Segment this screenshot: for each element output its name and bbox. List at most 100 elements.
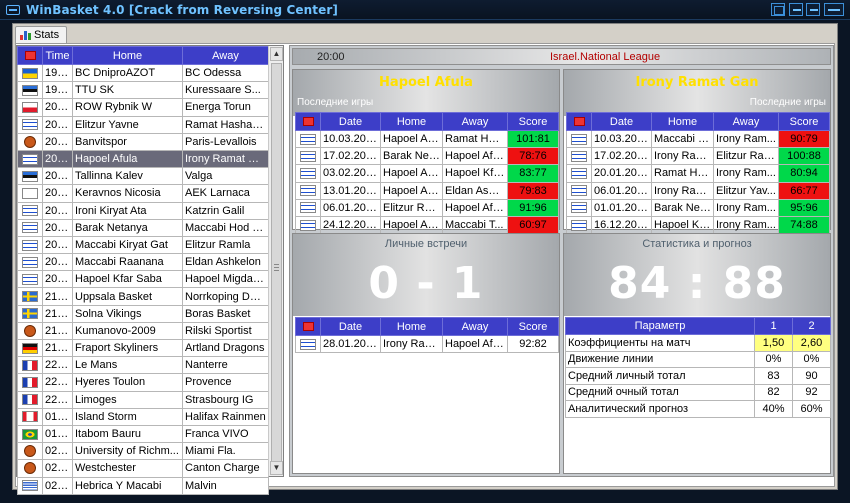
- column-header-home[interactable]: Home: [651, 112, 714, 131]
- recent-game-row[interactable]: 03.02.2015 Hapoel Afula Hapoel Kfa... 83:77: [295, 164, 559, 183]
- game-home-team: Keravnos Nicosia: [72, 184, 183, 203]
- game-row[interactable]: 20:00 ROW Rybnik W Energa Torun: [17, 98, 269, 117]
- column-header-away[interactable]: Away: [442, 317, 508, 336]
- game-away-team: Energa Torun: [182, 98, 269, 117]
- recent-game-row[interactable]: 17.02.2015 Irony Ram... Elitzur Ramla 100:8…: [566, 147, 830, 166]
- game-row[interactable]: 21:00 Kumanovo-2009 Rilski Sportist: [17, 321, 269, 341]
- game-row[interactable]: 21:00 Solna Vikings Boras Basket: [17, 304, 269, 323]
- column-header-home[interactable]: Home: [380, 317, 443, 336]
- game-score: 60:97: [507, 215, 559, 235]
- recent-game-row[interactable]: 06.01.2015 Irony Ram... Elitzur Yav... 66:7…: [566, 181, 830, 200]
- game-home-team: Maccabi Kiryat Gat: [72, 235, 183, 255]
- games-list-scrollbar[interactable]: ▲ ▼: [268, 46, 283, 476]
- minimize-button[interactable]: [789, 3, 803, 16]
- recent-game-row[interactable]: 01.01.2015 Barak Neta... Irony Ram... 95:96: [566, 198, 830, 217]
- game-row[interactable]: 02:00 University of Richm... Miami Fla.: [17, 442, 269, 461]
- league-name: Israel.National League: [550, 51, 661, 63]
- column-header-time[interactable]: Time: [42, 46, 73, 65]
- game-time: 20:00: [42, 218, 73, 237]
- head-to-head-header: Личные встречи 0 - 1: [293, 234, 559, 316]
- game-home-team: Barak Neta...: [380, 147, 443, 166]
- game-row[interactable]: 20:00 Hapoel Afula Irony Ramat Gan: [17, 149, 269, 169]
- recent-game-row[interactable]: 06.01.2015 Elitzur Ramla Hapoel Afula 91:96: [295, 198, 559, 217]
- recent-game-row[interactable]: 16.12.2014 Hapoel Kfa... Irony Ram... 74:88: [566, 215, 830, 235]
- game-row[interactable]: 19:30 BC DniproAZOT BC Odessa: [17, 63, 269, 83]
- match-details-panel: 20:00 Israel.National League Hapoel Aful…: [289, 45, 834, 477]
- game-row[interactable]: 21:30 Fraport Skyliners Artland Dragons: [17, 338, 269, 358]
- flag-cell: [17, 338, 43, 358]
- stat-parameter: Движение линии: [565, 350, 755, 368]
- game-row[interactable]: 22:50 Limoges Strasbourg IG: [17, 390, 269, 409]
- ball-flag-icon: [24, 324, 36, 337]
- game-row[interactable]: 02:00 Westchester Canton Charge: [17, 459, 269, 478]
- israel-flag-icon: [571, 150, 587, 162]
- column-header-away[interactable]: Away: [713, 112, 779, 131]
- game-away-team: Maccabi Hod H...: [182, 218, 269, 237]
- tab-stats[interactable]: Stats: [15, 26, 67, 43]
- flag-column-header[interactable]: [17, 46, 43, 65]
- column-header-score[interactable]: Score: [778, 112, 830, 131]
- israel-flag-icon: [300, 219, 316, 231]
- column-header-team1[interactable]: 1: [754, 317, 793, 335]
- column-header-score[interactable]: Score: [507, 317, 559, 336]
- game-away-team: Ramat Hasharon: [182, 115, 269, 134]
- game-row[interactable]: 20:00 Barak Netanya Maccabi Hod H...: [17, 218, 269, 237]
- game-row[interactable]: 02:15 Hebrica Y Macabi Malvin: [17, 476, 269, 495]
- flag-cell: [17, 304, 43, 323]
- window-frame-left: [0, 20, 12, 503]
- flag-cell: [17, 63, 43, 83]
- game-row[interactable]: 20:00 Tallinna Kalev Valga: [17, 167, 269, 186]
- game-row[interactable]: 22:00 Le Mans Nanterre: [17, 356, 269, 375]
- column-header-date[interactable]: Date: [320, 112, 381, 131]
- france-flag-icon: [22, 377, 38, 389]
- column-header-score[interactable]: Score: [507, 112, 559, 131]
- flag-cell: [566, 147, 592, 166]
- recent-game-row[interactable]: 10.03.2015 Hapoel Afula Ramat Has... 101:81: [295, 129, 559, 149]
- game-away-team: Eldan Ashk...: [442, 181, 508, 200]
- recent-game-row[interactable]: 17.02.2015 Barak Neta... Hapoel Afula 78:76: [295, 147, 559, 166]
- game-row[interactable]: 20:00 Elitzur Yavne Ramat Hasharon: [17, 115, 269, 134]
- game-row[interactable]: 20:30 Maccabi Raanana Eldan Ashkelon: [17, 253, 269, 272]
- column-header-home[interactable]: Home: [380, 112, 443, 131]
- column-header-date[interactable]: Date: [591, 112, 652, 131]
- game-row[interactable]: 20:30 Maccabi Kiryat Gat Elitzur Ramla: [17, 235, 269, 255]
- column-header-team2[interactable]: 2: [792, 317, 831, 335]
- column-header-parameter[interactable]: Параметр: [565, 317, 755, 335]
- column-header-home[interactable]: Home: [72, 46, 183, 65]
- stats-row: Аналитический прогноз 40% 60%: [565, 400, 831, 418]
- maximize-button[interactable]: [806, 3, 820, 16]
- recent-game-row[interactable]: 10.03.2015 Maccabi Ki... Irony Ram... 90:79: [566, 129, 830, 149]
- game-home-team: Hebrica Y Macabi: [72, 476, 183, 495]
- game-row[interactable]: 20:00 Ironi Kiryat Ata Katzrin Galil: [17, 201, 269, 220]
- column-header-date[interactable]: Date: [320, 317, 381, 336]
- game-row[interactable]: 20:00 Banvitspor Paris-Levallois: [17, 132, 269, 151]
- flag-cell: [17, 321, 43, 341]
- israel-flag-icon: [22, 273, 38, 285]
- flag-cell: [17, 476, 43, 495]
- israel-flag-icon: [571, 219, 587, 231]
- scroll-down-button[interactable]: ▼: [270, 461, 283, 475]
- head-to-head-row[interactable]: 28.01.2014 Irony Ram... Hapoel Afula 92:82: [295, 334, 559, 354]
- scroll-thumb[interactable]: [271, 63, 282, 473]
- game-row[interactable]: 01:00 Island Storm Halifax Rainmen: [17, 407, 269, 426]
- game-row[interactable]: 20:00 Keravnos Nicosia AEK Larnaca: [17, 184, 269, 203]
- game-row[interactable]: 01:30 Itabom Bauru Franca VIVO: [17, 424, 269, 444]
- close-button[interactable]: [824, 3, 844, 16]
- column-header-away[interactable]: Away: [182, 46, 269, 65]
- flag-icon: [302, 117, 314, 127]
- game-row[interactable]: 19:30 TTU SK Kuressaare S...: [17, 81, 269, 100]
- game-away-team: Hapoel Afula: [442, 198, 508, 217]
- system-menu-button[interactable]: [771, 3, 785, 16]
- recent-game-row[interactable]: 13.01.2015 Hapoel Afula Eldan Ashk... 79:83: [295, 181, 559, 200]
- column-header-away[interactable]: Away: [442, 112, 508, 131]
- recent-game-row[interactable]: 20.01.2015 Ramat Has... Irony Ram... 80:94: [566, 164, 830, 183]
- game-row[interactable]: 22:00 Hyeres Toulon Provence: [17, 373, 269, 392]
- game-row[interactable]: 20:40 Hapoel Kfar Saba Hapoel Migdal ...: [17, 270, 269, 289]
- games-table-header: Time Home Away: [17, 46, 269, 65]
- match-info-bar: 20:00 Israel.National League: [292, 48, 831, 65]
- flag-cell: [566, 198, 592, 217]
- game-away-team: Franca VIVO: [182, 424, 269, 444]
- game-row[interactable]: 21:00 Uppsala Basket Norrkoping Dol...: [17, 287, 269, 306]
- recent-game-row[interactable]: 24.12.2014 Hapoel Afula Maccabi T... 60:97: [295, 215, 559, 235]
- scroll-up-button[interactable]: ▲: [270, 47, 283, 61]
